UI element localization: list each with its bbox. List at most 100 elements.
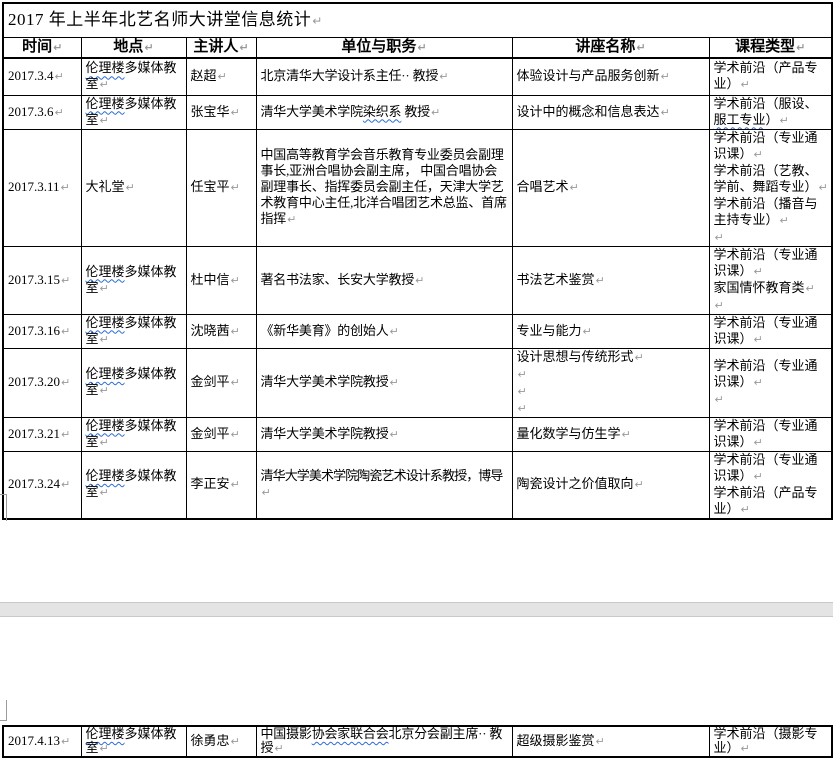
cell-location[interactable]: 伦理楼多媒体教室↵ xyxy=(81,451,186,519)
location-wavy-text: 伦理楼 xyxy=(86,418,125,433)
course-type-line: 学术前沿（专业通识课）↵ xyxy=(714,315,830,348)
cell-time[interactable]: 2017.3.4↵ xyxy=(3,58,81,95)
unit-text: 中国摄影 xyxy=(261,726,312,741)
date-text: 2017.3.16 xyxy=(8,323,60,338)
paragraph-mark: ↵ xyxy=(262,486,270,499)
cell-location[interactable]: 伦理楼多媒体教室↵ xyxy=(81,95,186,129)
cell-location[interactable]: 伦理楼多媒体教室↵ xyxy=(81,726,186,757)
cell-speaker[interactable]: 金剑平↵ xyxy=(186,348,256,417)
cell-speaker[interactable]: 杜中信↵ xyxy=(186,246,256,314)
cell-course-type[interactable]: 学术前沿（摄影专业）↵ xyxy=(709,726,832,757)
date-text: 2017.3.11 xyxy=(8,179,60,194)
cell-location[interactable]: 伦理楼多媒体教室↵ xyxy=(81,348,186,417)
cell-course-type[interactable]: 学术前沿（专业通识课）↵ xyxy=(709,314,832,348)
cell-course-type[interactable]: 学术前沿（专业通识课）↵ xyxy=(709,417,832,451)
location-wavy-text: 伦理楼 xyxy=(86,264,125,279)
cell-location[interactable]: 伦理楼多媒体教室↵ xyxy=(81,246,186,314)
paragraph-mark: ↵ xyxy=(55,106,64,119)
unit-text: 著名书法家、长安大学教授 xyxy=(261,272,415,287)
page-break-gap[interactable] xyxy=(0,602,833,617)
cell-lecture-name[interactable]: 专业与能力↵ xyxy=(512,314,709,348)
cell-unit-title[interactable]: 《新华美育》的创始人↵ xyxy=(256,314,512,348)
cell-time[interactable]: 2017.3.16↵ xyxy=(3,314,81,348)
cell-unit-title[interactable]: 北京清华大学设计系主任·· 教授↵ xyxy=(256,58,512,95)
paragraph-mark: ↵ xyxy=(417,41,426,54)
cell-location[interactable]: 伦理楼多媒体教室↵ xyxy=(81,417,186,451)
cell-time[interactable]: 2017.3.11↵ xyxy=(3,129,81,246)
cell-speaker[interactable]: 张宝华↵ xyxy=(186,95,256,129)
paragraph-mark: ↵ xyxy=(661,70,670,83)
cell-lecture-name[interactable]: 陶瓷设计之价值取向↵ xyxy=(512,451,709,519)
cell-time[interactable]: 2017.3.24↵ xyxy=(3,451,81,519)
cell-course-type[interactable]: 学术前沿（专业通识课）↵ ↵ xyxy=(709,348,832,417)
header-row: 时间↵ 地点↵ 主讲人↵ 单位与职务↵ 讲座名称↵ 课程类型↵ xyxy=(3,37,832,58)
cell-lecture-name[interactable]: 体验设计与产品服务创新↵ xyxy=(512,58,709,95)
cell-unit-title[interactable]: 中国摄影协会家联合会北京分会副主席·· 教授↵ xyxy=(256,726,512,757)
paragraph-mark: ↵ xyxy=(61,735,70,748)
date-text: 2017.3.24 xyxy=(8,476,60,491)
paragraph-mark: ↵ xyxy=(231,325,240,338)
table-title[interactable]: 2017 年上半年北艺名师大讲堂信息统计↵ xyxy=(3,3,832,37)
cell-course-type[interactable]: 学术前沿（服设、服工专业）↵ xyxy=(709,95,832,129)
speaker-text: 任宝平 xyxy=(191,179,230,194)
cell-speaker[interactable]: 李正安↵ xyxy=(186,451,256,519)
cell-course-type[interactable]: 学术前沿（产品专业）↵ xyxy=(709,58,832,95)
paragraph-mark: ↵ xyxy=(780,114,789,127)
unit-text: 《新华美育》的创始人 xyxy=(261,323,389,338)
header-course-type[interactable]: 课程类型↵ xyxy=(709,37,832,58)
cell-lecture-name[interactable]: 书法艺术鉴赏↵ xyxy=(512,246,709,314)
empty-paragraph: ↵ xyxy=(714,391,830,408)
course-type-text: 学术前沿（专业通识课） xyxy=(714,315,818,346)
cell-lecture-name[interactable]: 超级摄影鉴赏↵ xyxy=(512,726,709,757)
location-wavy-text: 伦理楼 xyxy=(86,726,125,741)
paragraph-mark: ↵ xyxy=(390,325,399,338)
cell-lecture-name[interactable]: 合唱艺术↵ xyxy=(512,129,709,246)
cell-lecture-name[interactable]: 设计思想与传统形式↵ ↵ ↵ ↵ xyxy=(512,348,709,417)
paragraph-mark: ↵ xyxy=(231,735,240,748)
cell-unit-title[interactable]: 清华大学美术学院陶瓷艺术设计系教授，博导↵ xyxy=(256,451,512,519)
header-time[interactable]: 时间↵ xyxy=(3,37,81,58)
cell-time[interactable]: 2017.4.13↵ xyxy=(3,726,81,757)
cell-time[interactable]: 2017.3.6↵ xyxy=(3,95,81,129)
table-row-2017-3-4: 2017.3.4↵ 伦理楼多媒体教室↵ 赵超↵ 北京清华大学设计系主任·· 教授… xyxy=(3,58,832,95)
cell-lecture-name[interactable]: 设计中的概念和信息表达↵ xyxy=(512,95,709,129)
empty-paragraph: ↵ xyxy=(714,229,830,246)
speaker-text: 赵超 xyxy=(191,68,217,83)
location-wavy-text: 伦理楼 xyxy=(86,96,125,111)
cell-location[interactable]: 伦理楼多媒体教室↵ xyxy=(81,58,186,95)
cell-course-type[interactable]: 学术前沿（专业通识课）↵ 家国情怀教育类↵ ↵ xyxy=(709,246,832,314)
cell-unit-title[interactable]: 清华大学美术学院教授↵ xyxy=(256,417,512,451)
header-speaker[interactable]: 主讲人↵ xyxy=(186,37,256,58)
header-text: 主讲人 xyxy=(193,39,238,55)
cell-location[interactable]: 伦理楼多媒体教室↵ xyxy=(81,314,186,348)
paragraph-mark: ↵ xyxy=(61,325,70,338)
cell-unit-title[interactable]: 中国高等教育学会音乐教育专业委员会副理事长,亚洲合唱协会副主席， 中国合唱协会副… xyxy=(256,129,512,246)
cell-time[interactable]: 2017.3.15↵ xyxy=(3,246,81,314)
cell-time[interactable]: 2017.3.21↵ xyxy=(3,417,81,451)
course-type-text: 学术前沿（播音与主持专业） xyxy=(714,196,818,227)
text-boundary-corner-mark xyxy=(0,494,7,521)
cell-speaker[interactable]: 金剑平↵ xyxy=(186,417,256,451)
cell-time[interactable]: 2017.3.20↵ xyxy=(3,348,81,417)
cell-unit-title[interactable]: 清华大学美术学院教授↵ xyxy=(256,348,512,417)
paragraph-mark: ↵ xyxy=(61,274,70,287)
cell-speaker[interactable]: 徐勇忠↵ xyxy=(186,726,256,757)
header-lecture-name[interactable]: 讲座名称↵ xyxy=(512,37,709,58)
cell-course-type[interactable]: 学术前沿（专业通识课）↵ 学术前沿（艺教、学前、舞蹈专业）↵ 学术前沿（播音与主… xyxy=(709,129,832,246)
header-location[interactable]: 地点↵ xyxy=(81,37,186,58)
cell-course-type[interactable]: 学术前沿（专业通识课）↵ 学术前沿（产品专业）↵ xyxy=(709,451,832,519)
cell-location[interactable]: 大礼堂↵ xyxy=(81,129,186,246)
paragraph-mark: ↵ xyxy=(126,181,135,194)
speaker-text: 李正安 xyxy=(191,476,230,491)
cell-unit-title[interactable]: 著名书法家、长安大学教授↵ xyxy=(256,246,512,314)
paragraph-mark: ↵ xyxy=(741,78,750,91)
paragraph-mark: ↵ xyxy=(518,385,527,398)
cell-speaker[interactable]: 任宝平↵ xyxy=(186,129,256,246)
table-row-2017-3-6: 2017.3.6↵ 伦理楼多媒体教室↵ 张宝华↵ 清华大学美术学院染织系 教授↵… xyxy=(3,95,832,129)
cell-speaker[interactable]: 赵超↵ xyxy=(186,58,256,95)
header-unit-title[interactable]: 单位与职务↵ xyxy=(256,37,512,58)
cell-speaker[interactable]: 沈晓茜↵ xyxy=(186,314,256,348)
cell-unit-title[interactable]: 清华大学美术学院染织系 教授↵ xyxy=(256,95,512,129)
table-row-2017-4-13: 2017.4.13↵ 伦理楼多媒体教室↵ 徐勇忠↵ 中国摄影协会家联合会北京分会… xyxy=(3,726,832,757)
cell-lecture-name[interactable]: 量化数学与仿生学↵ xyxy=(512,417,709,451)
